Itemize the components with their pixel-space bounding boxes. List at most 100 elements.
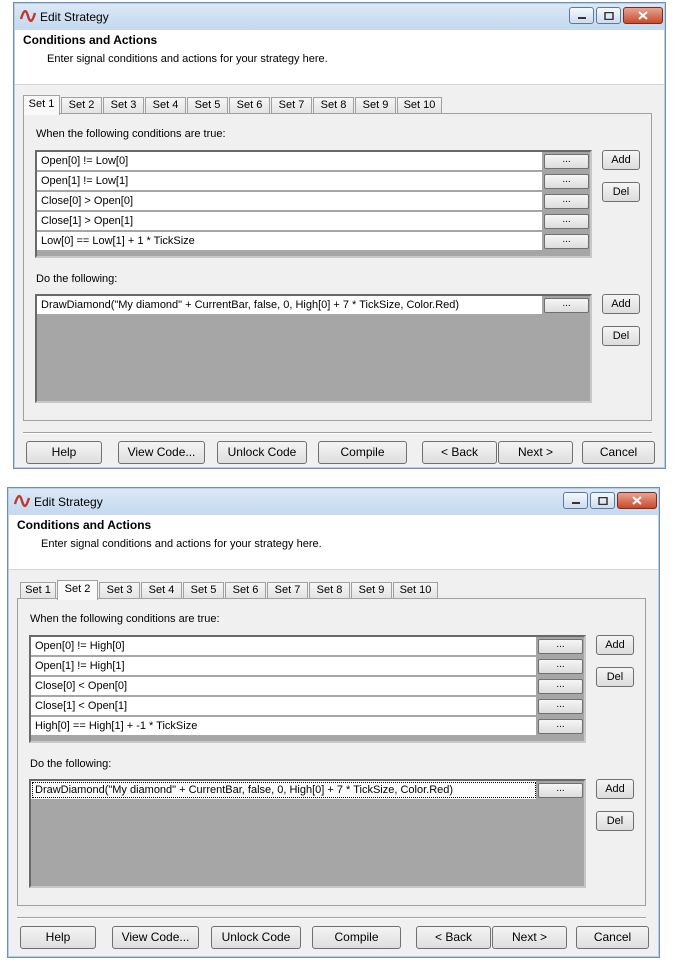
minimize-button[interactable]: [569, 7, 594, 24]
delete-action-button[interactable]: Del: [596, 811, 634, 831]
add-action-button[interactable]: Add: [602, 294, 640, 314]
condition-edit-button[interactable]: ...: [544, 194, 589, 209]
action-edit-button[interactable]: ...: [544, 298, 589, 313]
view-code-button[interactable]: View Code...: [112, 926, 199, 949]
next-button[interactable]: Next >: [492, 926, 567, 949]
action-cell[interactable]: DrawDiamond("My diamond" + CurrentBar, f…: [31, 781, 537, 799]
condition-edit-button[interactable]: ...: [538, 639, 583, 654]
tab-set-1[interactable]: Set 1: [23, 95, 60, 115]
tab-set-2[interactable]: Set 2: [61, 97, 102, 114]
compile-button[interactable]: Compile: [312, 926, 401, 949]
wizard-header: Conditions and Actions Enter signal cond…: [9, 515, 658, 569]
condition-cell[interactable]: Close[0] < Open[0]: [31, 677, 537, 695]
tab-set-9[interactable]: Set 9: [351, 582, 392, 599]
condition-edit-button[interactable]: ...: [538, 659, 583, 674]
next-button[interactable]: Next >: [498, 441, 573, 464]
title-bar[interactable]: Edit Strategy: [9, 489, 658, 515]
tab-set-10[interactable]: Set 10: [393, 582, 438, 599]
action-row: DrawDiamond("My diamond" + CurrentBar, f…: [31, 781, 584, 801]
help-button[interactable]: Help: [20, 926, 96, 949]
close-icon: [638, 11, 648, 20]
close-button[interactable]: [617, 492, 657, 509]
actions-label: Do the following:: [30, 758, 112, 770]
condition-cell[interactable]: Close[1] < Open[1]: [31, 697, 537, 715]
tab-set-2[interactable]: Set 2: [57, 580, 98, 600]
tab-set-4[interactable]: Set 4: [141, 582, 182, 599]
condition-row: Close[1] < Open[1]...: [31, 697, 584, 717]
delete-condition-button[interactable]: Del: [596, 667, 634, 687]
action-cell[interactable]: DrawDiamond("My diamond" + CurrentBar, f…: [37, 296, 543, 314]
condition-edit-button[interactable]: ...: [538, 679, 583, 694]
actions-grid: DrawDiamond("My diamond" + CurrentBar, f…: [35, 294, 592, 403]
app-logo-icon: [14, 494, 30, 508]
condition-edit-button[interactable]: ...: [538, 719, 583, 734]
unlock-code-button[interactable]: Unlock Code: [211, 926, 301, 949]
tab-set-7[interactable]: Set 7: [271, 97, 312, 114]
tab-set-8[interactable]: Set 8: [309, 582, 350, 599]
delete-condition-button[interactable]: Del: [602, 182, 640, 202]
condition-row: Open[1] != High[1]...: [31, 657, 584, 677]
back-button[interactable]: < Back: [416, 926, 491, 949]
condition-edit-button[interactable]: ...: [544, 234, 589, 249]
condition-cell[interactable]: Close[0] > Open[0]: [37, 192, 543, 210]
tab-set-10[interactable]: Set 10: [397, 97, 442, 114]
add-action-button[interactable]: Add: [596, 779, 634, 799]
tab-set-7[interactable]: Set 7: [267, 582, 308, 599]
condition-cell[interactable]: High[0] == High[1] + -1 * TickSize: [31, 717, 537, 735]
help-button[interactable]: Help: [26, 441, 102, 464]
condition-cell[interactable]: Open[0] != Low[0]: [37, 152, 543, 170]
condition-edit-button[interactable]: ...: [544, 154, 589, 169]
tab-set-6[interactable]: Set 6: [229, 97, 270, 114]
minimize-button[interactable]: [563, 492, 588, 509]
condition-edit-button[interactable]: ...: [544, 214, 589, 229]
tab-set-5[interactable]: Set 5: [187, 97, 228, 114]
header-title: Conditions and Actions: [17, 518, 152, 532]
footer-separator: [17, 917, 646, 919]
tab-page: When the following conditions are true: …: [17, 598, 646, 906]
edit-strategy-window: Edit Strategy Conditions and Actions Ent…: [13, 2, 666, 469]
delete-action-button[interactable]: Del: [602, 326, 640, 346]
tab-set-9[interactable]: Set 9: [355, 97, 396, 114]
maximize-icon: [603, 11, 614, 20]
condition-row: Close[0] > Open[0]...: [37, 192, 590, 212]
close-button[interactable]: [623, 7, 663, 24]
condition-row: Open[0] != High[0]...: [31, 637, 584, 657]
tab-set-6[interactable]: Set 6: [225, 582, 266, 599]
maximize-button[interactable]: [596, 7, 621, 24]
condition-edit-button[interactable]: ...: [538, 699, 583, 714]
compile-button[interactable]: Compile: [318, 441, 407, 464]
back-button[interactable]: < Back: [422, 441, 497, 464]
tab-set-1[interactable]: Set 1: [20, 582, 56, 599]
window-title: Edit Strategy: [34, 495, 103, 509]
add-condition-button[interactable]: Add: [596, 635, 634, 655]
tab-set-8[interactable]: Set 8: [313, 97, 354, 114]
condition-cell[interactable]: Open[1] != High[1]: [31, 657, 537, 675]
tab-set-5[interactable]: Set 5: [183, 582, 224, 599]
wizard-body: Set 1 Set 2 Set 3 Set 4 Set 5 Set 6 Set …: [15, 84, 664, 467]
condition-row: High[0] == High[1] + -1 * TickSize...: [31, 717, 584, 737]
tab-set-4[interactable]: Set 4: [145, 97, 186, 114]
action-edit-button[interactable]: ...: [538, 783, 583, 798]
conditions-label: When the following conditions are true:: [30, 613, 220, 625]
condition-row: Open[0] != Low[0]...: [37, 152, 590, 172]
cancel-button[interactable]: Cancel: [582, 441, 655, 464]
conditions-label: When the following conditions are true:: [36, 128, 226, 140]
condition-edit-button[interactable]: ...: [544, 174, 589, 189]
view-code-button[interactable]: View Code...: [118, 441, 205, 464]
unlock-code-button[interactable]: Unlock Code: [217, 441, 307, 464]
tab-set-3[interactable]: Set 3: [99, 582, 140, 599]
condition-cell[interactable]: Close[1] > Open[1]: [37, 212, 543, 230]
add-condition-button[interactable]: Add: [602, 150, 640, 170]
title-bar[interactable]: Edit Strategy: [15, 4, 664, 30]
conditions-grid: Open[0] != High[0]... Open[1] != High[1]…: [29, 635, 586, 743]
condition-cell[interactable]: Open[0] != High[0]: [31, 637, 537, 655]
header-title: Conditions and Actions: [23, 33, 158, 47]
condition-cell[interactable]: Low[0] == Low[1] + 1 * TickSize: [37, 232, 543, 250]
cancel-button[interactable]: Cancel: [576, 926, 649, 949]
conditions-grid: Open[0] != Low[0]... Open[1] != Low[1]..…: [35, 150, 592, 258]
tab-set-3[interactable]: Set 3: [103, 97, 144, 114]
header-description: Enter signal conditions and actions for …: [47, 53, 328, 65]
maximize-button[interactable]: [590, 492, 615, 509]
maximize-icon: [597, 496, 608, 505]
condition-cell[interactable]: Open[1] != Low[1]: [37, 172, 543, 190]
